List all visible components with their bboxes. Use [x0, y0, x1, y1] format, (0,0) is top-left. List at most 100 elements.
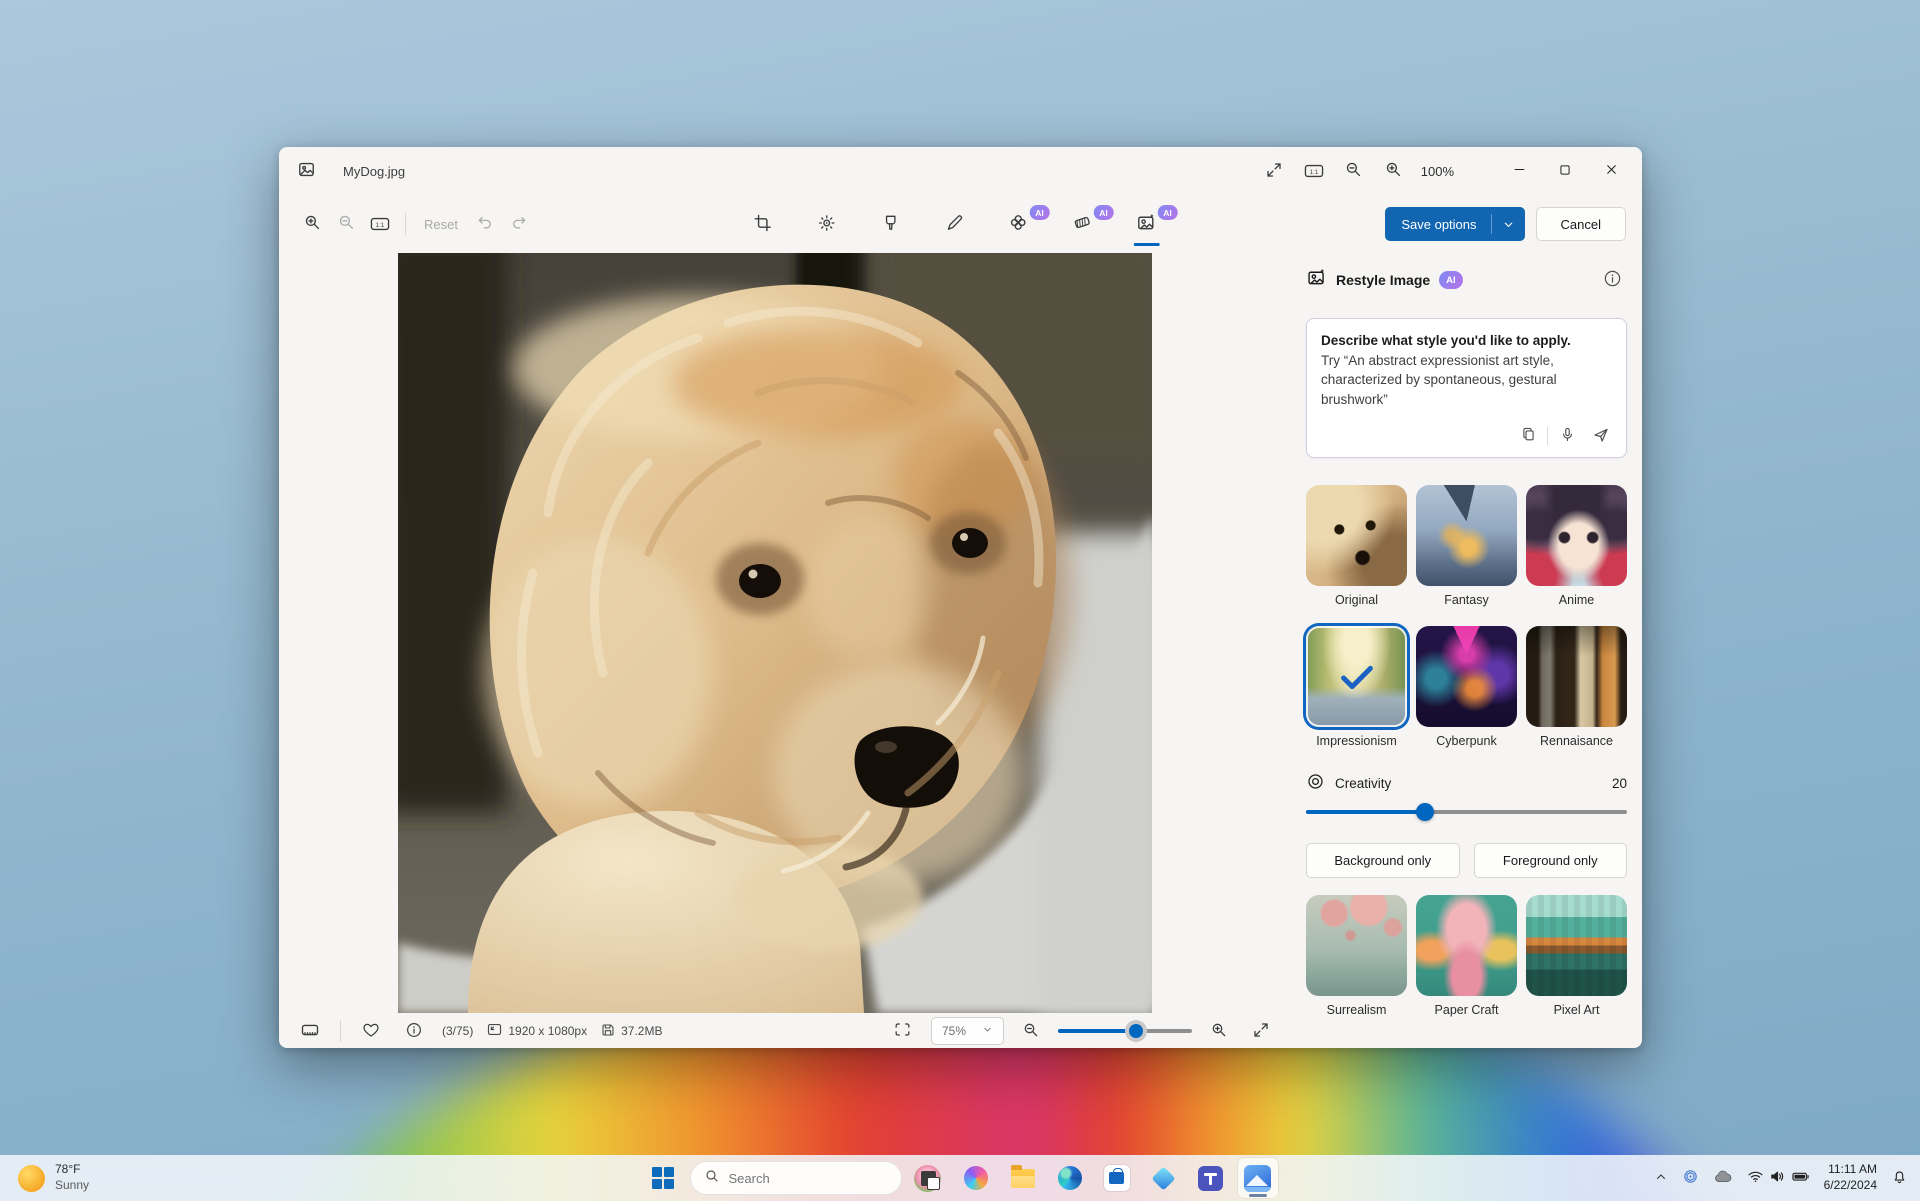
style-rennaisance[interactable]: Rennaisance [1526, 626, 1627, 748]
blue-app-icon [1682, 1168, 1699, 1188]
style-paper-craft[interactable]: Paper Craft [1416, 895, 1517, 1017]
info-icon [405, 1021, 423, 1042]
expand-icon [1265, 161, 1283, 182]
titlebar: MyDog.jpg 1:1 100% [279, 147, 1642, 195]
gallery-button[interactable] [289, 154, 323, 188]
filters-button[interactable] [873, 207, 907, 241]
dev-app-button[interactable] [1144, 1158, 1184, 1198]
onedrive-button[interactable] [1707, 1160, 1739, 1196]
slider-thumb[interactable] [1415, 803, 1434, 821]
creativity-slider[interactable] [1306, 803, 1627, 821]
dog-photo [398, 253, 1152, 1013]
clock-button[interactable]: 11:11 AM 6/22/2024 [1818, 1162, 1883, 1193]
undo-button[interactable] [468, 207, 502, 241]
weather-text: 78°F Sunny [55, 1162, 89, 1193]
copilot-button[interactable] [956, 1158, 996, 1198]
mask-buttons: Background only Foreground only [1306, 843, 1627, 878]
style-label: Pixel Art [1553, 1003, 1600, 1017]
start-button[interactable] [643, 1158, 683, 1198]
close-button[interactable] [1588, 154, 1634, 188]
zoom-out-button[interactable] [329, 207, 363, 241]
foreground-only-button[interactable]: Foreground only [1473, 843, 1627, 878]
style-prompt-input[interactable]: Describe what style you'd like to apply.… [1306, 318, 1627, 458]
store-icon [1103, 1165, 1130, 1191]
style-impressionism[interactable]: Impressionism [1306, 626, 1407, 748]
fit-screen-button[interactable] [888, 1017, 918, 1045]
prompt-hint: Try “An abstract expressionist art style… [1321, 352, 1557, 407]
style-impressionism-thumbnail [1306, 626, 1407, 727]
slider-thumb[interactable] [1128, 1024, 1143, 1038]
battery-icon [1791, 1167, 1810, 1189]
file-explorer-button[interactable] [1003, 1158, 1043, 1198]
filmstrip-icon [300, 1020, 320, 1043]
crop-button[interactable] [745, 207, 779, 241]
restyle-image-button[interactable]: AI [1129, 205, 1178, 241]
background-only-button[interactable]: Background only [1306, 843, 1460, 878]
selected-check-icon [1306, 626, 1407, 727]
style-original-thumbnail [1306, 485, 1407, 586]
search-input[interactable] [728, 1170, 905, 1186]
save-options-button[interactable]: Save options [1385, 207, 1525, 241]
dev-diamond-icon [1151, 1165, 1176, 1191]
reset-button[interactable]: Reset [414, 207, 468, 241]
style-pixel-art[interactable]: Pixel Art [1526, 895, 1627, 1017]
editor-area: (3/75) 1920 x 1080px 37.2MB 75% [279, 253, 1290, 1048]
status-right: 75% [888, 1017, 1276, 1045]
paste-button[interactable] [1513, 422, 1543, 450]
ai-enhance-button[interactable]: AI [1001, 205, 1050, 241]
zoom-in-slider-button[interactable] [1205, 1017, 1233, 1045]
edge-button[interactable] [1050, 1158, 1090, 1198]
network-volume-battery-button[interactable] [1741, 1160, 1816, 1196]
system-tray: 11:11 AM 6/22/2024 [1648, 1160, 1914, 1196]
zoom-out-view-button[interactable] [1337, 154, 1371, 188]
tray-blue-app-button[interactable] [1676, 1160, 1705, 1196]
weather-widget-button[interactable]: 78°F Sunny [10, 1158, 97, 1198]
voice-input-button[interactable] [1552, 422, 1582, 450]
actual-pixels-button[interactable]: 1:1 [363, 207, 397, 241]
markup-button[interactable] [937, 207, 971, 241]
style-original[interactable]: Original [1306, 485, 1407, 607]
microsoft-store-button[interactable] [1097, 1158, 1137, 1198]
taskbar-search[interactable] [689, 1161, 941, 1195]
style-fantasy[interactable]: Fantasy [1416, 485, 1517, 607]
restyle-info-button[interactable] [1597, 265, 1627, 295]
ai-badge: AI [1439, 271, 1463, 289]
maximize-button[interactable] [1542, 154, 1588, 188]
edit-toolbar: 1:1 Reset AI AI AI Save options Cancel [279, 195, 1642, 253]
adjust-button[interactable] [809, 207, 843, 241]
style-surrealism[interactable]: Surrealism [1306, 895, 1407, 1017]
dimensions-value: 1920 x 1080px [508, 1024, 588, 1038]
style-anime[interactable]: Anime [1526, 485, 1627, 607]
submit-prompt-button[interactable] [1586, 422, 1616, 450]
status-divider [340, 1020, 341, 1042]
zoom-in-button[interactable] [295, 207, 329, 241]
ai-erase-button[interactable]: AI [1065, 205, 1114, 241]
notifications-button[interactable] [1885, 1160, 1914, 1196]
fit-screen-icon [893, 1020, 912, 1042]
style-cyberpunk[interactable]: Cyberpunk [1416, 626, 1517, 748]
redo-button[interactable] [502, 207, 536, 241]
task-view-button[interactable] [909, 1158, 949, 1198]
teams-button[interactable] [1191, 1158, 1231, 1198]
zoom-percent-dropdown[interactable]: 75% [930, 1017, 1004, 1045]
fullscreen-button[interactable] [1246, 1017, 1276, 1045]
zoom-in-view-button[interactable] [1377, 154, 1411, 188]
weather-temp: 78°F [55, 1162, 81, 1177]
canvas-zoom-slider[interactable] [1058, 1024, 1192, 1038]
ai-badge: AI [1157, 205, 1178, 220]
expand-view-button[interactable] [1257, 154, 1291, 188]
zoom-out-slider-button[interactable] [1017, 1017, 1045, 1045]
filmstrip-button[interactable] [295, 1017, 325, 1045]
minimize-button[interactable] [1496, 154, 1542, 188]
window-title: MyDog.jpg [343, 163, 406, 179]
file-info-button[interactable] [399, 1017, 429, 1045]
wifi-icon [1747, 1168, 1764, 1188]
photos-app-button[interactable] [1237, 1158, 1278, 1198]
cancel-button[interactable]: Cancel [1535, 207, 1626, 241]
hidden-icons-button[interactable] [1648, 1160, 1674, 1196]
actual-size-button[interactable]: 1:1 [1297, 154, 1331, 188]
style-label: Impressionism [1316, 734, 1397, 748]
creativity-value: 20 [1611, 775, 1627, 791]
ai-erase-icon [1072, 212, 1093, 236]
favorite-button[interactable] [356, 1017, 386, 1045]
